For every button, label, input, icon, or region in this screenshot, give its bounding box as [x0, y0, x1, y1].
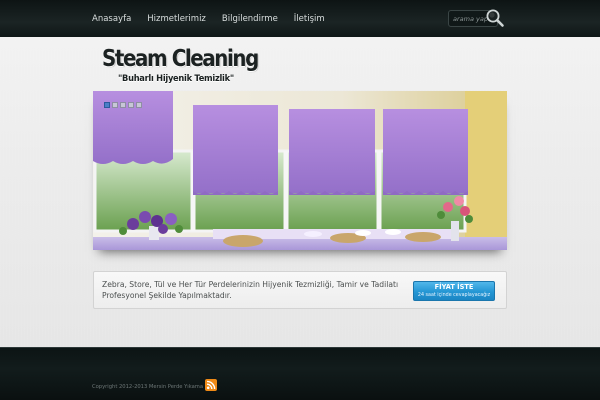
nav-item-iletisim[interactable]: İletişim	[294, 14, 325, 24]
slider-pagination	[104, 102, 142, 108]
slide-image	[93, 91, 507, 250]
logo-title: Steam Cleaning	[102, 46, 259, 72]
search-icon[interactable]	[485, 8, 505, 28]
price-request-button[interactable]: FİYAT İSTE 24 saat içinde cevaplayacağız	[413, 281, 495, 301]
logo-subtitle: "Buharlı Hijyenik Temizlik"	[118, 74, 234, 84]
slider-dot-2[interactable]	[112, 102, 118, 108]
slider-dot-1[interactable]	[104, 102, 110, 108]
image-slider[interactable]	[93, 91, 507, 250]
top-navigation-bar: Anasayfa Hizmetlerimiz Bilgilendirme İle…	[0, 0, 600, 37]
nav-item-bilgilendirme[interactable]: Bilgilendirme	[222, 14, 278, 24]
slider-dot-4[interactable]	[128, 102, 134, 108]
nav-item-hizmetlerimiz[interactable]: Hizmetlerimiz	[147, 14, 206, 24]
slider-dot-3[interactable]	[120, 102, 126, 108]
cta-title: FİYAT İSTE	[434, 283, 474, 291]
main-nav: Anasayfa Hizmetlerimiz Bilgilendirme İle…	[84, 0, 333, 37]
nav-item-anasayfa[interactable]: Anasayfa	[92, 14, 131, 24]
site-logo[interactable]: Steam Cleaning "Buharlı Hijyenik Temizli…	[100, 46, 270, 90]
search-box	[448, 8, 508, 28]
footer	[0, 347, 600, 400]
rss-icon[interactable]	[205, 376, 217, 391]
cta-subtitle: 24 saat içinde cevaplayacağız	[417, 293, 491, 298]
footer-copyright: Copyright 2012-2013 Mersin Perde Yıkama	[92, 384, 204, 390]
slider-dot-5[interactable]	[136, 102, 142, 108]
service-description: Zebra, Store, Tül ve Her Tür Perdelerini…	[102, 280, 399, 300]
